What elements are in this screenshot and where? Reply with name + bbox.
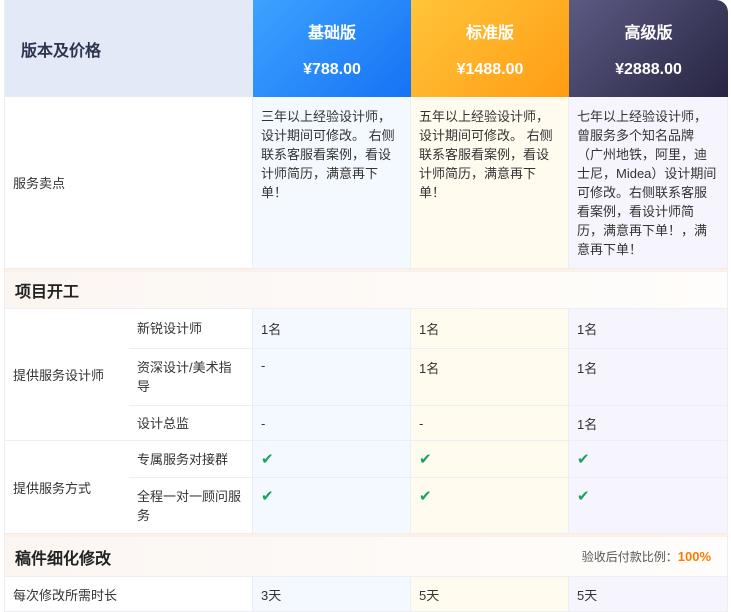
check-icon: ✔ xyxy=(261,488,274,505)
selling-points-pro: 七年以上经验设计师，曾服务多个知名品牌（广州地铁，阿里，迪士尼，Midea）设计… xyxy=(569,97,728,269)
cell-value: 5天 xyxy=(577,587,598,603)
selling-points-row: 服务卖点 三年以上经验设计师，设计期间可修改。 右侧联系客服看案例，看设计师简历… xyxy=(5,97,728,269)
table-row: 新锐设计师 1名 1名 1名 xyxy=(129,309,728,349)
check-icon: ✔ xyxy=(577,488,590,505)
pricing-header: 版本及价格 基础版 ¥788.00 标准版 ¥1488.00 高级版 ¥2888… xyxy=(5,0,728,97)
check-icon: ✔ xyxy=(261,451,274,468)
cell-value: - xyxy=(419,415,424,431)
cell-value: 1名 xyxy=(419,322,440,337)
plan-pro-header[interactable]: 高级版 ¥2888.00 xyxy=(569,0,728,97)
row-label: 资深设计/美术指导 xyxy=(129,349,253,406)
cell-value: 1名 xyxy=(577,416,598,432)
section-draft-refinement: 稿件细化修改 验收后付款比例：100% xyxy=(5,534,728,577)
payment-ratio-value: 100% xyxy=(677,549,711,564)
plan-standard-header[interactable]: 标准版 ¥1488.00 xyxy=(411,0,569,97)
row-label: 设计总监 xyxy=(129,406,253,441)
header-corner-label: 版本及价格 xyxy=(5,0,253,97)
plan-standard-price: ¥1488.00 xyxy=(456,60,524,78)
cell-value: 1名 xyxy=(419,361,440,376)
payment-ratio-note: 验收后付款比例：100% xyxy=(582,548,711,565)
plan-basic-name: 基础版 xyxy=(307,24,356,42)
cell-value: - xyxy=(261,358,266,373)
plan-standard-name: 标准版 xyxy=(465,24,514,42)
selling-points-standard: 五年以上经验设计师，设计期间可修改。 右侧联系客服看案例，看设计师简历，满意再下… xyxy=(411,97,569,269)
check-icon: ✔ xyxy=(419,488,432,505)
pricing-table: 版本及价格 基础版 ¥788.00 标准版 ¥1488.00 高级版 ¥2888… xyxy=(4,0,731,612)
table-row: 设计总监 - - 1名 xyxy=(129,406,728,441)
section-project-start: 项目开工 xyxy=(5,269,728,309)
check-icon: ✔ xyxy=(577,451,590,468)
selling-points-basic: 三年以上经验设计师，设计期间可修改。 右侧联系客服看案例，看设计师简历，满意再下… xyxy=(253,97,411,269)
check-icon: ✔ xyxy=(419,451,432,468)
cell-value: 1名 xyxy=(261,322,282,337)
cell-value: 1名 xyxy=(577,322,598,337)
row-label: 专属服务对接群 xyxy=(129,441,253,478)
payment-ratio-label: 验收后付款比例： xyxy=(581,550,678,564)
selling-points-label: 服务卖点 xyxy=(5,97,253,269)
revision-time-label: 每次修改所需时长 xyxy=(5,577,253,612)
plan-pro-name: 高级版 xyxy=(624,24,673,42)
plan-basic-price: ¥788.00 xyxy=(303,60,361,78)
plan-pro-price: ¥2888.00 xyxy=(615,60,682,78)
row-label: 新锐设计师 xyxy=(129,309,253,349)
revision-time-row: 每次修改所需时长 3天 5天 5天 xyxy=(5,577,728,612)
table-row: 全程一对一顾问服务 ✔ ✔ ✔ xyxy=(129,478,728,534)
table-row: 资深设计/美术指导 - 1名 1名 xyxy=(129,349,728,406)
cell-value: 5天 xyxy=(419,587,440,603)
cell-value: 1名 xyxy=(577,361,598,376)
section-title: 项目开工 xyxy=(15,284,80,301)
row-label: 全程一对一顾问服务 xyxy=(129,478,253,534)
section-title: 稿件细化修改 xyxy=(15,550,112,568)
cell-value: 3天 xyxy=(261,587,282,603)
cell-value: - xyxy=(261,415,266,431)
table-row: 专属服务对接群 ✔ ✔ ✔ xyxy=(129,441,728,478)
plan-basic-header[interactable]: 基础版 ¥788.00 xyxy=(253,0,411,97)
